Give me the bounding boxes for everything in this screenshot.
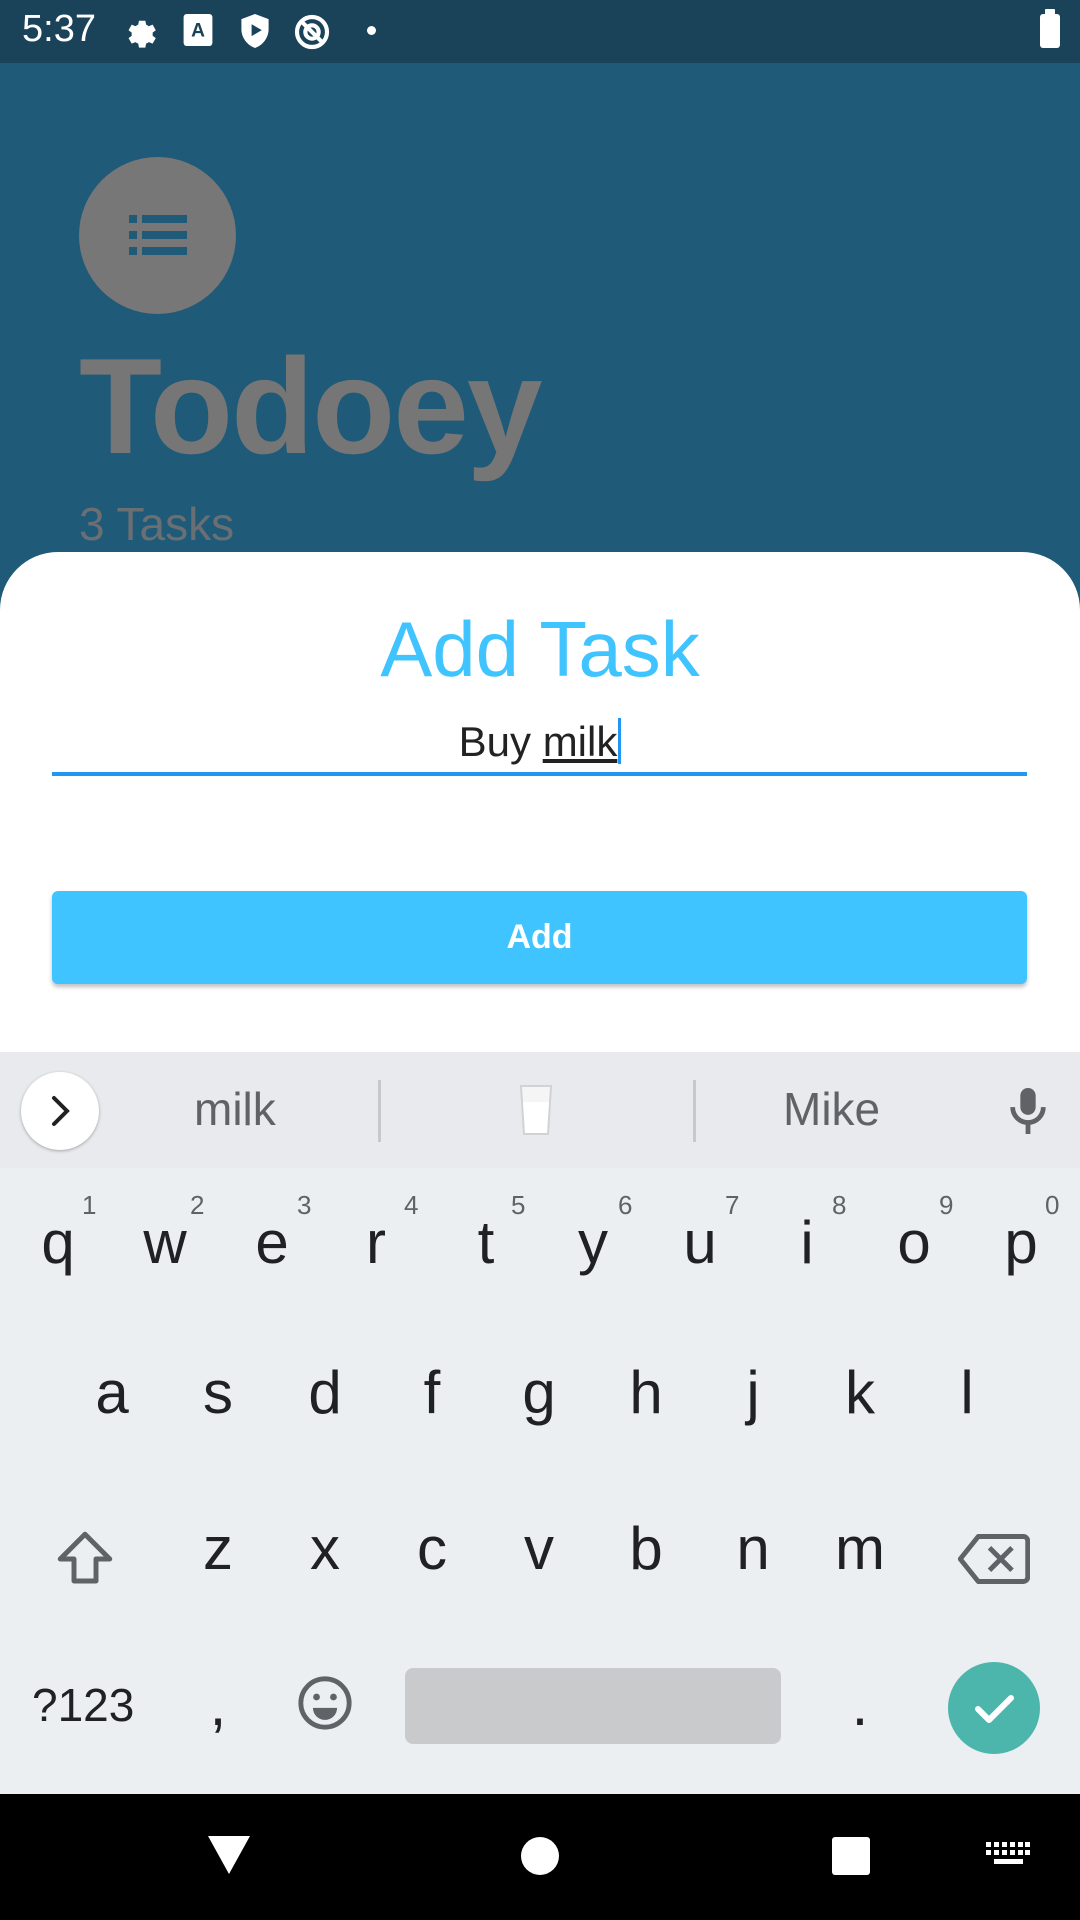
key-j[interactable]: j <box>703 1358 803 1427</box>
back-icon[interactable] <box>206 1834 252 1876</box>
hint-2: 2 <box>190 1190 205 1220</box>
battery-icon <box>1040 9 1060 48</box>
suggestion-divider <box>693 1080 696 1142</box>
key-c[interactable]: c <box>382 1514 482 1583</box>
key-g[interactable]: g <box>489 1358 589 1427</box>
milk-glass-emoji-icon[interactable] <box>516 1082 556 1138</box>
recents-icon[interactable] <box>831 1836 871 1876</box>
hint-9: 9 <box>939 1190 954 1220</box>
expand-suggestions-button[interactable] <box>21 1072 99 1150</box>
text-a-icon: A <box>183 14 213 46</box>
hint-7: 7 <box>725 1190 740 1220</box>
key-s[interactable]: s <box>168 1358 268 1427</box>
app-title: Todoey <box>79 330 542 482</box>
list-icon <box>129 215 187 255</box>
microphone-icon[interactable] <box>1005 1084 1051 1138</box>
key-x[interactable]: x <box>275 1514 375 1583</box>
task-input-prefix: Buy <box>458 718 543 765</box>
navigation-bar <box>0 1794 1080 1920</box>
task-count: 3 Tasks <box>79 498 235 550</box>
settings-icon <box>128 20 156 48</box>
add-task-sheet: Add Task Buy milk Add <box>0 552 1080 1052</box>
key-comma[interactable]: , <box>168 1670 268 1739</box>
at-sign-icon <box>294 14 330 50</box>
emoji-icon[interactable] <box>296 1674 354 1732</box>
shift-icon[interactable] <box>52 1526 118 1592</box>
key-period[interactable]: . <box>810 1670 910 1739</box>
suggestion-divider <box>378 1080 381 1142</box>
key-k[interactable]: k <box>810 1358 910 1427</box>
hint-3: 3 <box>297 1190 312 1220</box>
checkmark-icon <box>975 1695 1014 1723</box>
key-d[interactable]: d <box>275 1358 375 1427</box>
key-l[interactable]: l <box>917 1358 1017 1427</box>
key-v[interactable]: v <box>489 1514 589 1583</box>
hint-8: 8 <box>832 1190 847 1220</box>
hint-5: 5 <box>511 1190 526 1220</box>
key-m[interactable]: m <box>810 1514 910 1583</box>
hint-6: 6 <box>618 1190 633 1220</box>
hint-1: 1 <box>82 1190 97 1220</box>
key-b[interactable]: b <box>596 1514 696 1583</box>
key-h[interactable]: h <box>596 1358 696 1427</box>
key-z[interactable]: z <box>168 1514 268 1583</box>
space-key[interactable] <box>405 1668 781 1744</box>
hint-0: 0 <box>1045 1190 1060 1220</box>
hint-4: 4 <box>404 1190 419 1220</box>
key-n[interactable]: n <box>703 1514 803 1583</box>
list-avatar <box>79 157 236 314</box>
chevron-right-icon <box>52 1096 70 1126</box>
status-bar: 5:37 A <box>0 0 1080 63</box>
status-time: 5:37 <box>22 8 96 50</box>
key-a[interactable]: a <box>62 1358 162 1427</box>
app-background: Todoey 3 Tasks <box>0 63 1080 553</box>
task-input-composing: milk <box>542 718 618 765</box>
task-input-text[interactable]: Buy milk <box>0 718 1080 766</box>
backspace-icon[interactable] <box>958 1532 1030 1586</box>
add-button[interactable]: Add <box>52 891 1027 984</box>
symbols-key[interactable]: ?123 <box>32 1678 134 1732</box>
shield-play-icon <box>241 14 269 48</box>
svg-text:A: A <box>191 20 205 41</box>
home-icon[interactable] <box>520 1836 560 1876</box>
keyboard-switch-icon[interactable] <box>986 1842 1030 1870</box>
suggestion-milk[interactable]: milk <box>194 1082 276 1136</box>
text-cursor <box>618 718 622 764</box>
notification-dot-icon <box>367 26 376 35</box>
enter-button[interactable] <box>948 1662 1040 1754</box>
suggestion-bar: milk Mike <box>0 1052 1080 1168</box>
sheet-title: Add Task <box>380 605 700 693</box>
suggestion-mike[interactable]: Mike <box>783 1082 880 1136</box>
keyboard: milk Mike q w e r t y u i o p 1 2 3 4 5 … <box>0 1052 1080 1794</box>
key-f[interactable]: f <box>382 1358 482 1427</box>
